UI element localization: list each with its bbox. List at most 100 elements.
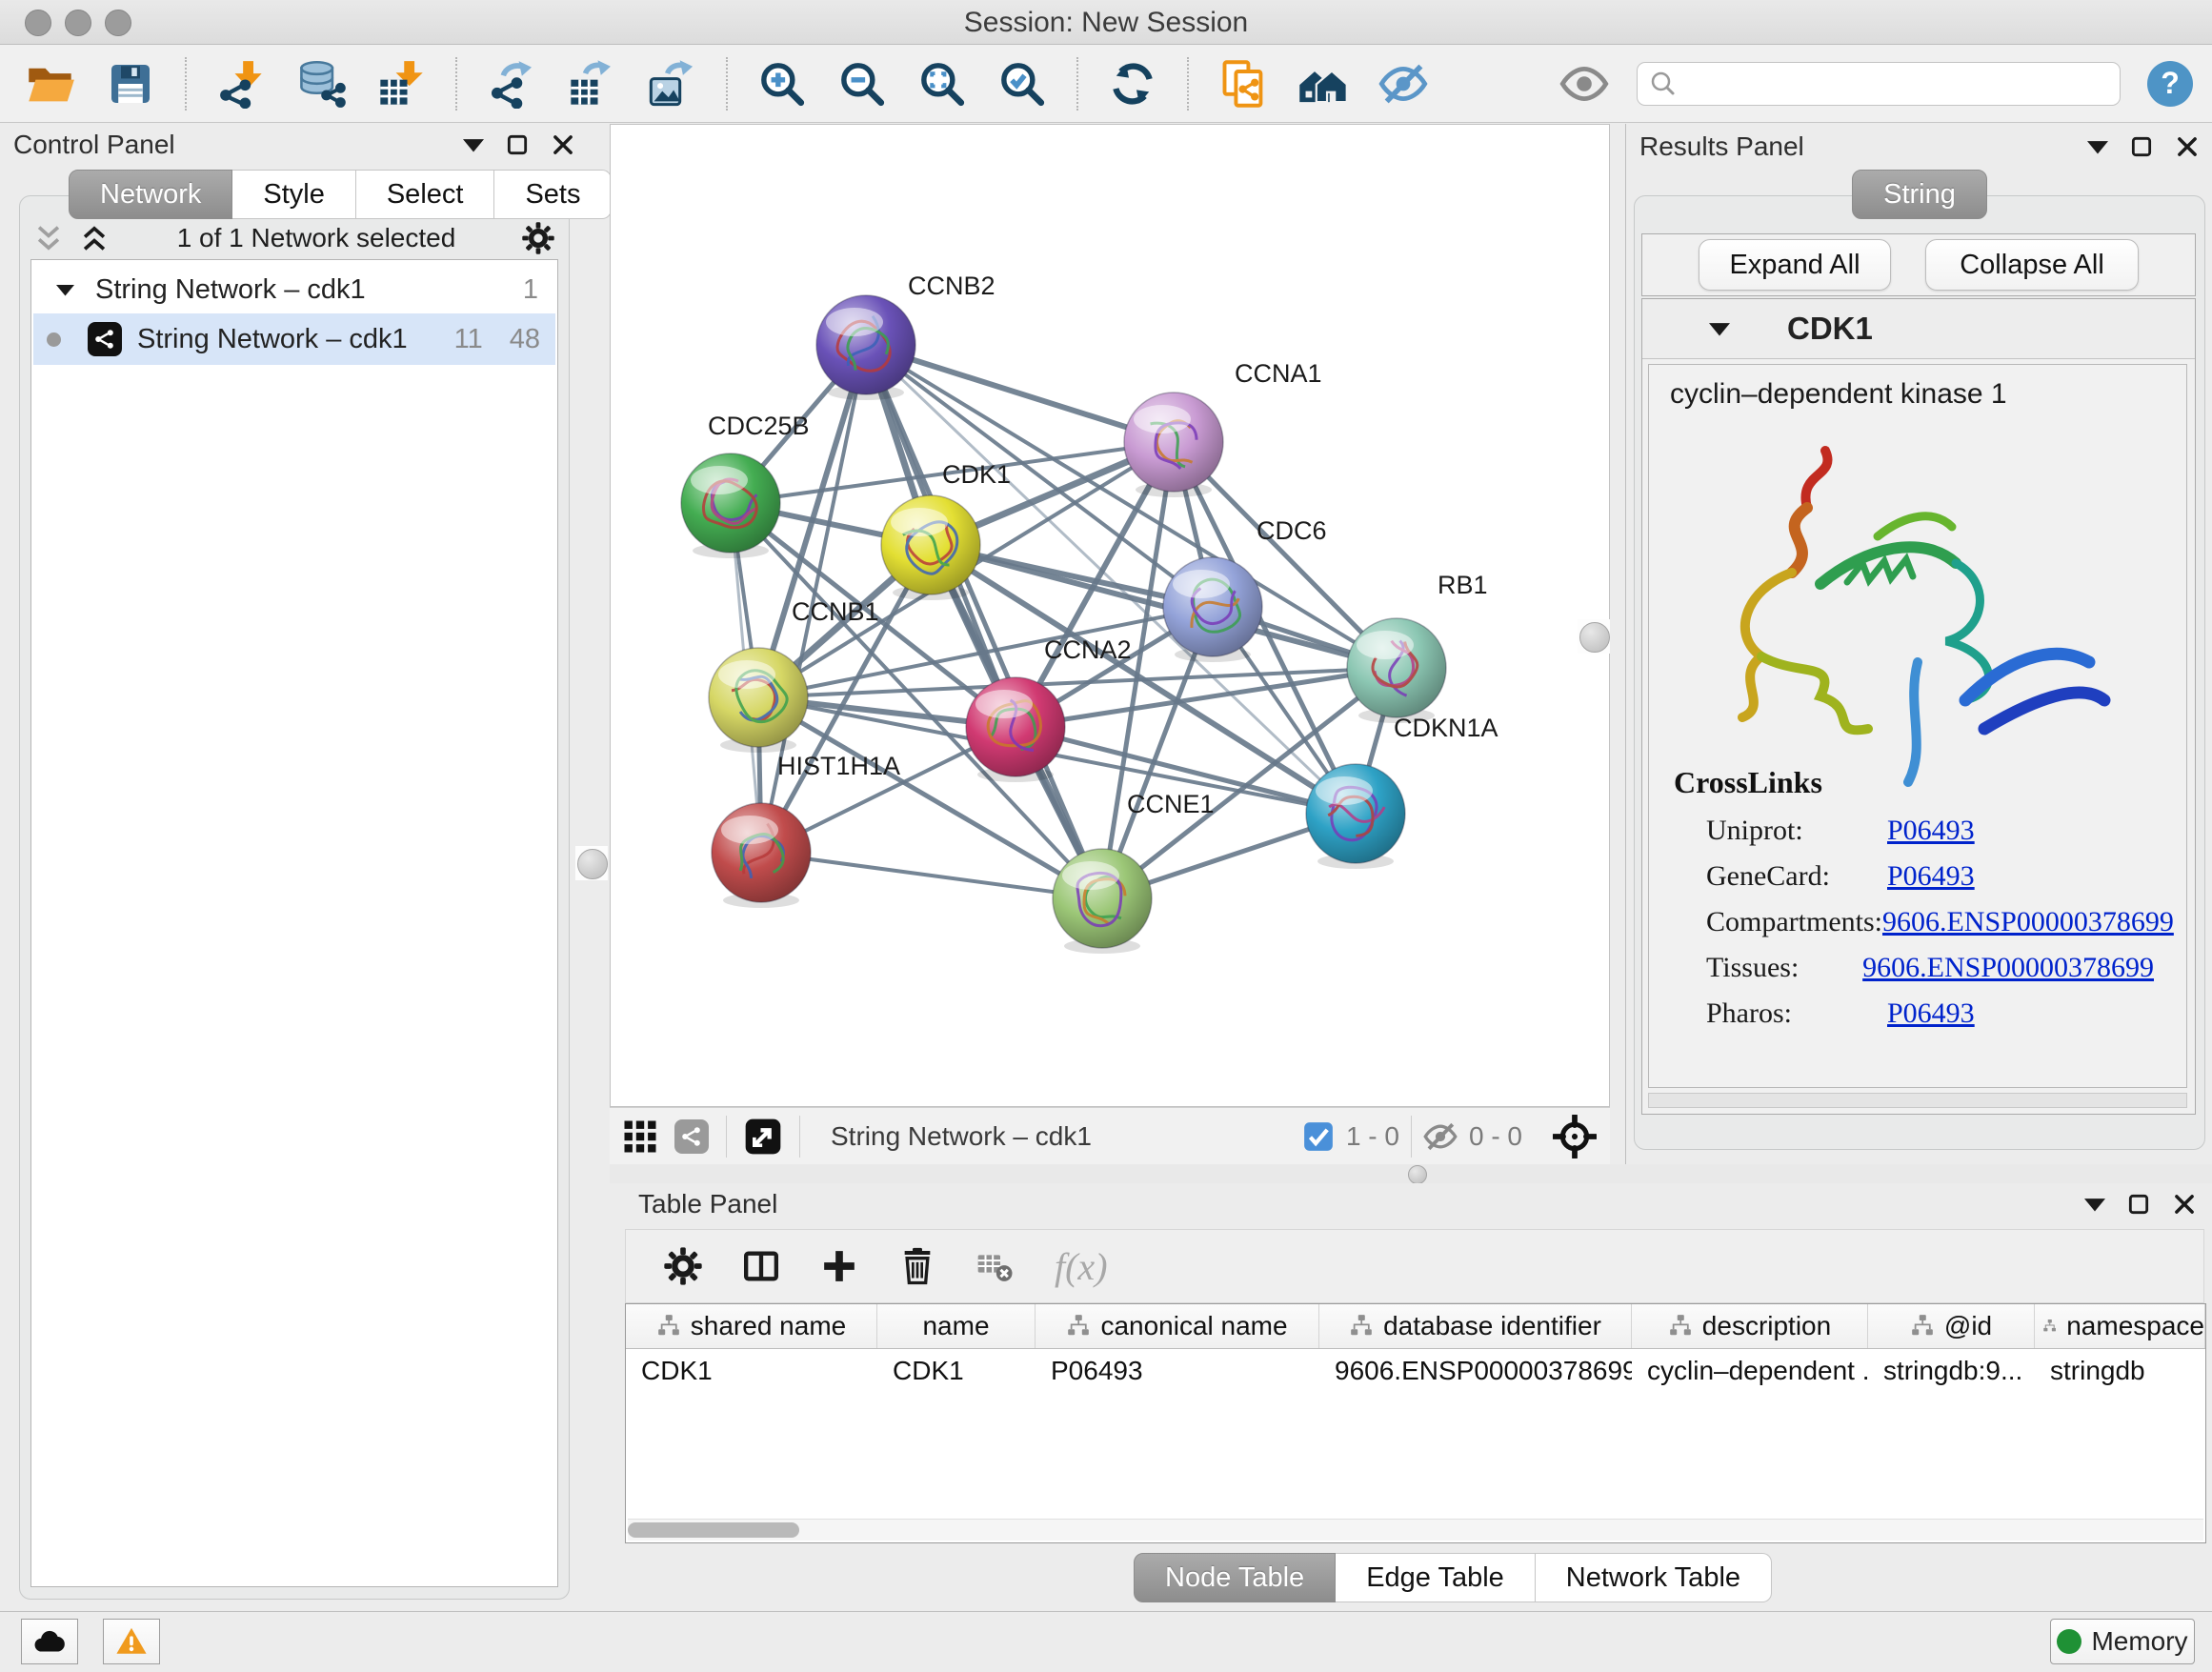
tab-network[interactable]: Network <box>69 170 232 219</box>
crosslink-link[interactable]: P06493 <box>1887 997 1975 1030</box>
svg-text:CDKN1A: CDKN1A <box>1394 714 1498 742</box>
column-header[interactable]: shared name <box>626 1304 877 1348</box>
svg-text:CDC6: CDC6 <box>1257 516 1327 545</box>
cloud-button[interactable] <box>21 1619 78 1664</box>
network-collection-row[interactable]: String Network – cdk1 1 <box>33 266 555 313</box>
show-columns-icon[interactable] <box>742 1247 780 1285</box>
network-current-dot <box>47 332 61 347</box>
string-view-icon[interactable] <box>674 1119 709 1154</box>
crosslink-link[interactable]: P06493 <box>1887 815 1975 847</box>
homes-icon <box>1297 58 1349 110</box>
export-image-button[interactable] <box>646 58 697 110</box>
network-row-selected[interactable]: String Network – cdk1 11 48 <box>33 313 555 365</box>
zoom-fit-button[interactable] <box>916 58 968 110</box>
cell-id[interactable]: stringdb:9... <box>1868 1349 2035 1393</box>
expand-all-button[interactable]: Expand All <box>1699 239 1891 291</box>
tab-string[interactable]: String <box>1852 170 1987 219</box>
hidden-eye-slash-icon[interactable] <box>1423 1119 1458 1154</box>
cell-canonical-name[interactable]: P06493 <box>1036 1349 1319 1393</box>
homes-button[interactable] <box>1297 58 1349 110</box>
column-header[interactable]: description <box>1632 1304 1868 1348</box>
export-network-button[interactable] <box>486 58 537 110</box>
crosslink-row: GeneCard: P06493 <box>1706 860 2154 893</box>
selected-checkbox-icon[interactable] <box>1302 1120 1335 1153</box>
help-button[interactable]: ? <box>2147 61 2193 107</box>
zoom-selected-button[interactable] <box>996 58 1048 110</box>
fit-selected-crosshair-icon[interactable] <box>1553 1115 1597 1158</box>
close-panel-icon[interactable] <box>2172 1192 2197 1217</box>
hide-unhide-button[interactable] <box>1377 58 1429 110</box>
panel-menu-icon[interactable] <box>463 138 484 152</box>
refresh-button[interactable] <box>1107 58 1158 110</box>
scrollbar-thumb[interactable] <box>628 1522 799 1538</box>
float-panel-icon[interactable] <box>2126 1192 2151 1217</box>
import-network-button[interactable] <box>215 58 267 110</box>
float-panel-icon[interactable] <box>505 132 530 157</box>
table-options-gear-icon[interactable] <box>664 1247 702 1285</box>
close-panel-icon[interactable] <box>2175 134 2200 159</box>
table-horizontal-scrollbar[interactable] <box>628 1519 2203 1541</box>
open-session-button[interactable] <box>25 58 76 110</box>
tab-select[interactable]: Select <box>356 170 495 219</box>
memory-button[interactable]: Memory <box>2050 1619 2195 1664</box>
function-builder-button[interactable]: f(x) <box>1055 1244 1108 1289</box>
delete-table-icon[interactable] <box>976 1247 1015 1285</box>
export-table-button[interactable] <box>566 58 617 110</box>
table-header-row: shared name name canonical name database… <box>626 1304 2205 1349</box>
network-options-gear-icon[interactable] <box>522 222 554 254</box>
network-graph[interactable]: CCNB2CCNA1CDC25BCDK1CDC6RB1CCNB1CCNA2CDK… <box>611 125 1609 1106</box>
save-session-button[interactable] <box>105 58 156 110</box>
column-namespace-icon <box>1066 1314 1091 1339</box>
collapse-all-networks-icon[interactable] <box>78 222 111 254</box>
import-table-button[interactable] <box>375 58 427 110</box>
grid-view-icon[interactable] <box>623 1119 657 1154</box>
collapse-all-button[interactable]: Collapse All <box>1925 239 2139 291</box>
crosslink-link[interactable]: 9606.ENSP00000378699 <box>1862 952 2154 984</box>
copy-network-button[interactable] <box>1217 58 1269 110</box>
expand-all-networks-icon[interactable] <box>32 222 65 254</box>
crosslink-link[interactable]: P06493 <box>1887 860 1975 893</box>
results-scrollbar-track[interactable] <box>1648 1093 2187 1108</box>
add-column-icon[interactable] <box>820 1247 858 1285</box>
column-header[interactable]: database identifier <box>1319 1304 1632 1348</box>
collection-collapse-icon[interactable] <box>56 284 74 296</box>
protein-section-header[interactable]: CDK1 <box>1642 299 2195 359</box>
toolbar-separator <box>1076 57 1078 111</box>
open-in-new-window-icon[interactable] <box>744 1118 782 1156</box>
cell-description[interactable]: cyclin–dependent ... <box>1632 1349 1868 1393</box>
table-row[interactable]: CDK1 CDK1 P06493 9606.ENSP00000378699 cy… <box>626 1349 2205 1393</box>
tab-sets[interactable]: Sets <box>494 170 612 219</box>
zoom-out-button[interactable] <box>836 58 888 110</box>
panel-menu-icon[interactable] <box>2087 140 2108 154</box>
search-field[interactable] <box>1637 62 2121 106</box>
tab-edge-table[interactable]: Edge Table <box>1336 1553 1536 1602</box>
tab-style[interactable]: Style <box>232 170 355 219</box>
zoom-in-button[interactable] <box>756 58 808 110</box>
splitter-handle-left[interactable] <box>575 846 608 880</box>
float-panel-icon[interactable] <box>2129 134 2154 159</box>
panel-menu-icon[interactable] <box>2084 1198 2105 1212</box>
network-canvas[interactable]: CCNB2CCNA1CDC25BCDK1CDC6RB1CCNB1CCNA2CDK… <box>610 124 1610 1107</box>
delete-column-icon[interactable] <box>898 1247 936 1285</box>
column-header[interactable]: name <box>877 1304 1036 1348</box>
cell-namespace[interactable]: stringdb <box>2035 1349 2205 1393</box>
search-input[interactable] <box>1685 68 2108 99</box>
splitter-handle-right[interactable] <box>1578 619 1610 654</box>
cell-name[interactable]: CDK1 <box>877 1349 1036 1393</box>
column-header[interactable]: namespace <box>2035 1304 2205 1348</box>
crosslink-link[interactable]: 9606.ENSP00000378699 <box>1882 906 2174 938</box>
show-view-button[interactable] <box>1558 58 1610 110</box>
splitter-horizontal[interactable] <box>610 1164 2212 1183</box>
cell-shared-name[interactable]: CDK1 <box>626 1349 877 1393</box>
cell-database-identifier[interactable]: 9606.ENSP00000378699 <box>1319 1349 1632 1393</box>
tab-network-table[interactable]: Network Table <box>1536 1553 1772 1602</box>
column-header[interactable]: canonical name <box>1036 1304 1319 1348</box>
toolbar-separator <box>1187 57 1189 111</box>
warnings-button[interactable] <box>103 1619 160 1664</box>
zoom-fit-icon <box>918 60 966 108</box>
close-panel-icon[interactable] <box>551 132 575 157</box>
import-network-from-database-button[interactable] <box>295 58 347 110</box>
section-collapse-icon[interactable] <box>1709 322 1730 336</box>
column-header[interactable]: @id <box>1868 1304 2035 1348</box>
tab-node-table[interactable]: Node Table <box>1134 1553 1336 1602</box>
